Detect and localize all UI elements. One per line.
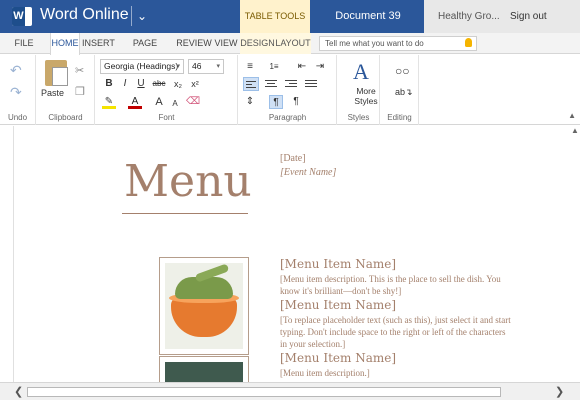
clear-formatting-icon[interactable]: ⌫ [186,95,200,109]
user-name[interactable]: Healthy Gro... [438,0,500,33]
word-online-app: W Word Online ⌄ TABLE TOOLS Document 39 … [0,0,580,400]
paragraph-group-label: Paragraph [268,113,307,122]
undo-group-label: Undo [7,113,28,122]
clipboard-group-label: Clipboard [48,113,83,122]
tab-view[interactable]: VIEW [212,33,240,54]
title-bar: W Word Online ⌄ TABLE TOOLS Document 39 … [0,0,580,33]
cut-icon[interactable]: ✂ [75,64,84,77]
align-left-icon[interactable] [243,77,259,91]
font-size-select[interactable]: 46 ▾ [188,59,224,74]
food-photo-frame-2[interactable] [159,356,249,382]
scroll-up-icon[interactable]: ▲ [571,126,579,135]
highlight-icon[interactable]: ✎ [102,95,116,109]
tab-page-layout[interactable]: PAGE LAYOUT [115,33,175,69]
numbering-icon[interactable]: 1≡ [267,60,281,74]
ribbon: ↶ ↷ Undo Paste ✂ ❐ Clipboard Georgia (He… [0,55,580,125]
rtl-icon[interactable]: ¶ [289,95,303,109]
tab-insert[interactable]: INSERT [82,33,115,54]
align-center-icon[interactable] [263,77,279,91]
vertical-scrollbar[interactable]: ▲ [570,126,580,382]
menu-item-description[interactable]: [Menu item description. This is the plac… [280,273,512,297]
menu-item-name[interactable]: [Menu Item Name] [280,257,396,271]
replace-icon[interactable]: ab↴ [395,87,413,98]
word-logo-icon[interactable]: W [12,7,32,26]
font-name-select[interactable]: Georgia (Headings) ▾ [100,59,184,74]
bullets-icon[interactable]: ≡ [243,60,257,74]
tab-design[interactable]: DESIGN [240,33,275,54]
font-name-value: Georgia (Headings) [104,61,179,71]
menu-item-name[interactable]: [Menu Item Name] [280,298,396,312]
table-tools-label: TABLE TOOLS [240,0,310,33]
dish-photo [165,362,243,382]
tab-file[interactable]: FILE [6,33,42,54]
find-icon[interactable]: ○○ [395,64,410,78]
menu-item-description[interactable]: [Menu item description.] [280,367,512,379]
decrease-indent-icon[interactable]: ⇤ [295,60,309,74]
align-right-icon[interactable] [283,77,299,91]
justify-icon[interactable] [303,77,319,91]
chevron-down-icon: ▾ [216,63,220,70]
editing-group-label: Editing [387,113,412,122]
line-spacing-icon[interactable]: ⇕ [243,95,257,109]
tab-review[interactable]: REVIEW [176,33,212,54]
increase-indent-icon[interactable]: ⇥ [313,60,327,74]
date-placeholder[interactable]: [Date] [280,153,306,164]
paragraph-group: ≡ 1≡ ⇤ ⇥ ⇕ ¶ ¶ Paragraph [239,55,337,125]
tab-home[interactable]: HOME [50,33,80,55]
font-group-label: Font [158,113,175,122]
chevron-down-icon: ▾ [176,63,180,70]
menu-item-name[interactable]: [Menu Item Name] [280,351,396,365]
undo-group: ↶ ↷ Undo [0,55,36,125]
tell-me-input[interactable]: Tell me what you want to do [319,36,477,51]
styles-group-label: Styles [347,113,370,122]
bold-icon[interactable]: B [102,77,116,91]
document-canvas[interactable]: Menu [Date] [Event Name] [Menu Item Name… [0,126,580,382]
font-size-value: 46 [192,61,202,71]
ltr-icon[interactable]: ¶ [269,95,283,109]
clipboard-group: Paste ✂ ❐ Clipboard [37,55,95,125]
subscript-icon[interactable]: x₂ [171,77,185,91]
heading-underline [122,213,248,214]
paste-icon[interactable] [45,60,68,86]
menu-item-description[interactable]: [To replace placeholder text (such as th… [280,314,512,350]
tab-layout[interactable]: LAYOUT [275,33,311,54]
grow-font-icon[interactable]: A [152,95,166,109]
undo-icon[interactable]: ↶ [10,63,24,77]
user-area: Healthy Gro... Sign out [424,0,580,33]
lightbulb-icon [465,38,472,47]
paste-button-label[interactable]: Paste [41,88,64,98]
sign-out-link[interactable]: Sign out [510,0,547,33]
superscript-icon[interactable]: x² [188,77,202,91]
event-name-placeholder[interactable]: [Event Name] [280,167,336,178]
underline-icon[interactable]: U [134,77,148,91]
scroll-left-icon[interactable]: ❮ [14,385,23,398]
menu-heading[interactable]: Menu [124,156,252,207]
collapse-ribbon-icon[interactable]: ▲ [568,111,576,120]
font-group: Georgia (Headings) ▾ 46 ▾ B I U abc x₂ x… [96,55,238,125]
food-photo-frame[interactable] [159,257,249,355]
font-color-icon[interactable]: A [128,95,142,109]
app-name[interactable]: Word Online [40,6,129,24]
styles-group: A More Styles Styles [338,55,380,125]
ribbon-tab-row: FILE HOME INSERT PAGE LAYOUT REVIEW VIEW… [0,33,580,69]
strikethrough-icon[interactable]: abc [152,77,166,91]
page-margin-line [13,126,14,382]
horizontal-scrollbar[interactable]: ❮ ❯ [0,382,580,400]
scrollbar-thumb[interactable] [27,387,501,397]
more-styles-button[interactable]: More Styles [346,86,386,106]
tell-me-placeholder: Tell me what you want to do [325,39,424,48]
document-title[interactable]: Document 39 [312,0,424,33]
green-beans-bowl-photo [165,263,243,349]
chevron-down-icon[interactable]: ⌄ [131,6,147,26]
redo-icon[interactable]: ↷ [10,85,24,99]
styles-icon[interactable]: A [353,59,369,85]
editing-group: ○○ ab↴ Editing [381,55,419,125]
shrink-font-icon[interactable]: A [168,97,182,111]
scroll-right-icon[interactable]: ❯ [555,385,564,398]
italic-icon[interactable]: I [118,77,132,91]
copy-icon[interactable]: ❐ [75,85,85,98]
